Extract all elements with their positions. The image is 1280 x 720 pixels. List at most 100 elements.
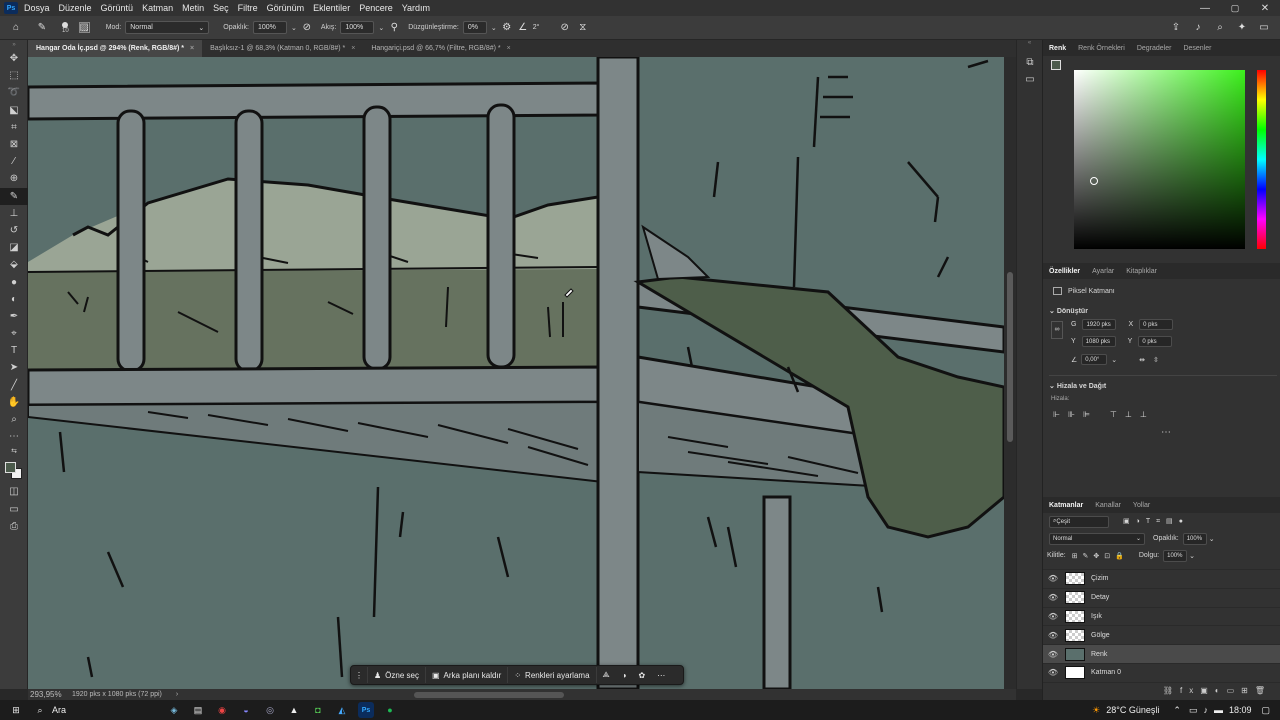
dodge-tool-icon[interactable]: ◐ [0,291,28,308]
smoothing-options-gear-icon[interactable]: ⚙ [501,22,513,34]
transform-header[interactable]: ⌄ Dönüştür [1049,307,1088,315]
menu-item-edit[interactable]: Düzenle [59,3,92,13]
workspace-icon[interactable]: ▭ [1258,22,1270,34]
menu-item-select[interactable]: Seç [213,3,229,13]
menu-item-image[interactable]: Görüntü [101,3,134,13]
path-selection-tool-icon[interactable]: ➤ [0,359,28,376]
layer-row[interactable]: 👁 Gölge [1043,626,1280,646]
lock-icons[interactable]: ⊞✎✥⊡🔒 [1072,552,1129,560]
smoothing-input[interactable]: 0% [462,21,487,34]
foreground-color-swatch[interactable] [5,462,16,474]
comments-panel-icon[interactable]: ▭ [1017,71,1043,88]
pen-tool-icon[interactable]: ✒ [0,308,28,325]
zoom-tool-icon[interactable]: ⌕ [0,411,28,428]
canvas[interactable] [28,57,1004,689]
adjust-colors-button[interactable]: ⁘ Renkleri ayarlama [508,667,597,683]
layer-row[interactable]: 👁 Katman 0 [1043,664,1280,683]
quick-mask-icon[interactable]: ◫ [0,483,28,500]
layer-row[interactable]: 👁 Renk [1043,645,1280,664]
close-tab-icon[interactable]: × [351,45,355,52]
tab-patterns[interactable]: Desenler [1177,45,1217,52]
minimize-button[interactable]: — [1190,3,1220,14]
edit-toolbar-icon[interactable]: ⎙ [0,518,28,535]
menu-item-help[interactable]: Yardım [402,3,430,13]
more-tools-icon[interactable]: ⋯ [0,428,28,445]
height-input[interactable]: 1080 pks [1081,336,1116,347]
network-icon[interactable]: ▭ [1189,705,1198,716]
hue-slider[interactable] [1257,70,1266,249]
angle-dropdown-icon[interactable]: ⌄ [1111,356,1117,364]
tab-adjustments[interactable]: Ayarlar [1086,268,1120,275]
align-center-h-icon[interactable]: ⊪ [1068,410,1075,419]
collapse-strip-icon[interactable]: « [1017,40,1042,54]
tab-libraries[interactable]: Kitaplıklar [1120,268,1163,275]
epic-games-icon[interactable]: ▲ [286,702,302,718]
color-picker-cursor[interactable] [1090,177,1098,185]
layer-row[interactable]: 👁 Çizim [1043,570,1280,589]
generative-icon[interactable]: ✿ [633,667,652,683]
align-right-icon[interactable]: ⊫ [1083,410,1090,419]
width-input[interactable]: 1920 pks [1082,319,1117,330]
status-arrow-icon[interactable]: › [176,691,178,698]
copilot-icon[interactable]: ◈ [166,702,182,718]
visibility-eye-icon[interactable]: 👁 [1043,631,1063,640]
symmetry-icon[interactable]: ⧖ [577,22,589,34]
frame-tool-icon[interactable]: ⊠ [0,136,28,153]
tab-properties[interactable]: Özellikler [1043,268,1086,275]
pressure-size-icon[interactable]: ⊘ [559,22,571,34]
menu-item-plugins[interactable]: Eklentiler [313,3,350,13]
color-swatches[interactable] [0,457,28,483]
spotify-icon[interactable]: ● [382,702,398,718]
healing-brush-tool-icon[interactable]: ⊕ [0,170,28,187]
horizontal-scrollbar-thumb[interactable] [414,691,565,698]
opacity-input[interactable]: 100% [252,21,287,34]
screen-mode-icon[interactable]: ▭ [0,501,28,518]
x-input[interactable]: 0 pks [1139,319,1174,330]
swap-colors-icon[interactable]: ⇆ [0,445,28,457]
line-tool-icon[interactable]: ╱ [0,377,28,394]
task-view-icon[interactable]: ▤ [190,702,206,718]
angle-input[interactable]: 2° [529,21,553,34]
lasso-tool-icon[interactable]: ➰ [0,84,28,101]
zoom-level[interactable]: 293,95% [30,690,62,699]
visibility-eye-icon[interactable]: 👁 [1043,574,1063,583]
close-tab-icon[interactable]: × [507,45,511,52]
taskbar-search-label[interactable]: Ara [52,705,162,715]
select-subject-button[interactable]: ♟ Özne seç [368,667,426,683]
align-top-icon[interactable]: ⊤ [1110,410,1117,419]
align-center-v-icon[interactable]: ⊥ [1125,410,1132,419]
scrollbar-thumb[interactable] [1007,272,1013,442]
pen-anchor-tool-icon[interactable]: ⌖ [0,325,28,342]
more-options-icon[interactable]: ⋯ [651,667,671,683]
pen-shape-icon[interactable]: ⟁ [597,667,616,683]
menu-item-filter[interactable]: Filtre [238,3,258,13]
tab-swatches[interactable]: Renk Örnekleri [1072,45,1131,52]
layer-opacity-input[interactable]: 100% [1182,532,1207,545]
volume-icon[interactable]: ♪ [1203,705,1208,715]
eyedropper-tool-icon[interactable]: ⁄ [0,153,28,170]
weather-label[interactable]: 28°C Güneşli [1106,705,1159,715]
align-bottom-icon[interactable]: ⊥ [1140,410,1147,419]
close-window-button[interactable]: ✕ [1250,3,1280,14]
windows-start-icon[interactable]: ⊞ [8,702,24,718]
airbrush-icon[interactable]: ⚲ [388,22,400,34]
fg-swatch[interactable] [1051,60,1061,70]
eraser-tool-icon[interactable]: ◪ [0,239,28,256]
visibility-eye-icon[interactable]: 👁 [1043,612,1063,621]
share-icon[interactable]: ⇪ [1170,22,1182,34]
remove-background-button[interactable]: ▣ Arka planı kaldır [426,667,509,683]
green-app-icon[interactable]: ◘ [310,702,326,718]
discover-icon[interactable]: ✦ [1236,22,1248,34]
align-left-icon[interactable]: ⊩ [1053,410,1060,419]
align-header[interactable]: ⌄ Hizala ve Dağıt [1049,382,1106,390]
tab-layers[interactable]: Katmanlar [1043,502,1089,509]
home-icon[interactable]: ⌂ [10,22,22,34]
close-tab-icon[interactable]: × [190,45,194,52]
adjustment-circle-icon[interactable]: ◑ [616,667,633,683]
chrome-icon[interactable]: ◉ [214,702,230,718]
y-input[interactable]: 0 pks [1138,336,1173,347]
collapse-toolbar-icon[interactable]: » [0,40,28,50]
photoshop-taskbar-icon[interactable]: Ps [358,702,374,718]
clone-stamp-tool-icon[interactable]: ⊥ [0,205,28,222]
vertical-scrollbar[interactable] [1004,57,1016,689]
